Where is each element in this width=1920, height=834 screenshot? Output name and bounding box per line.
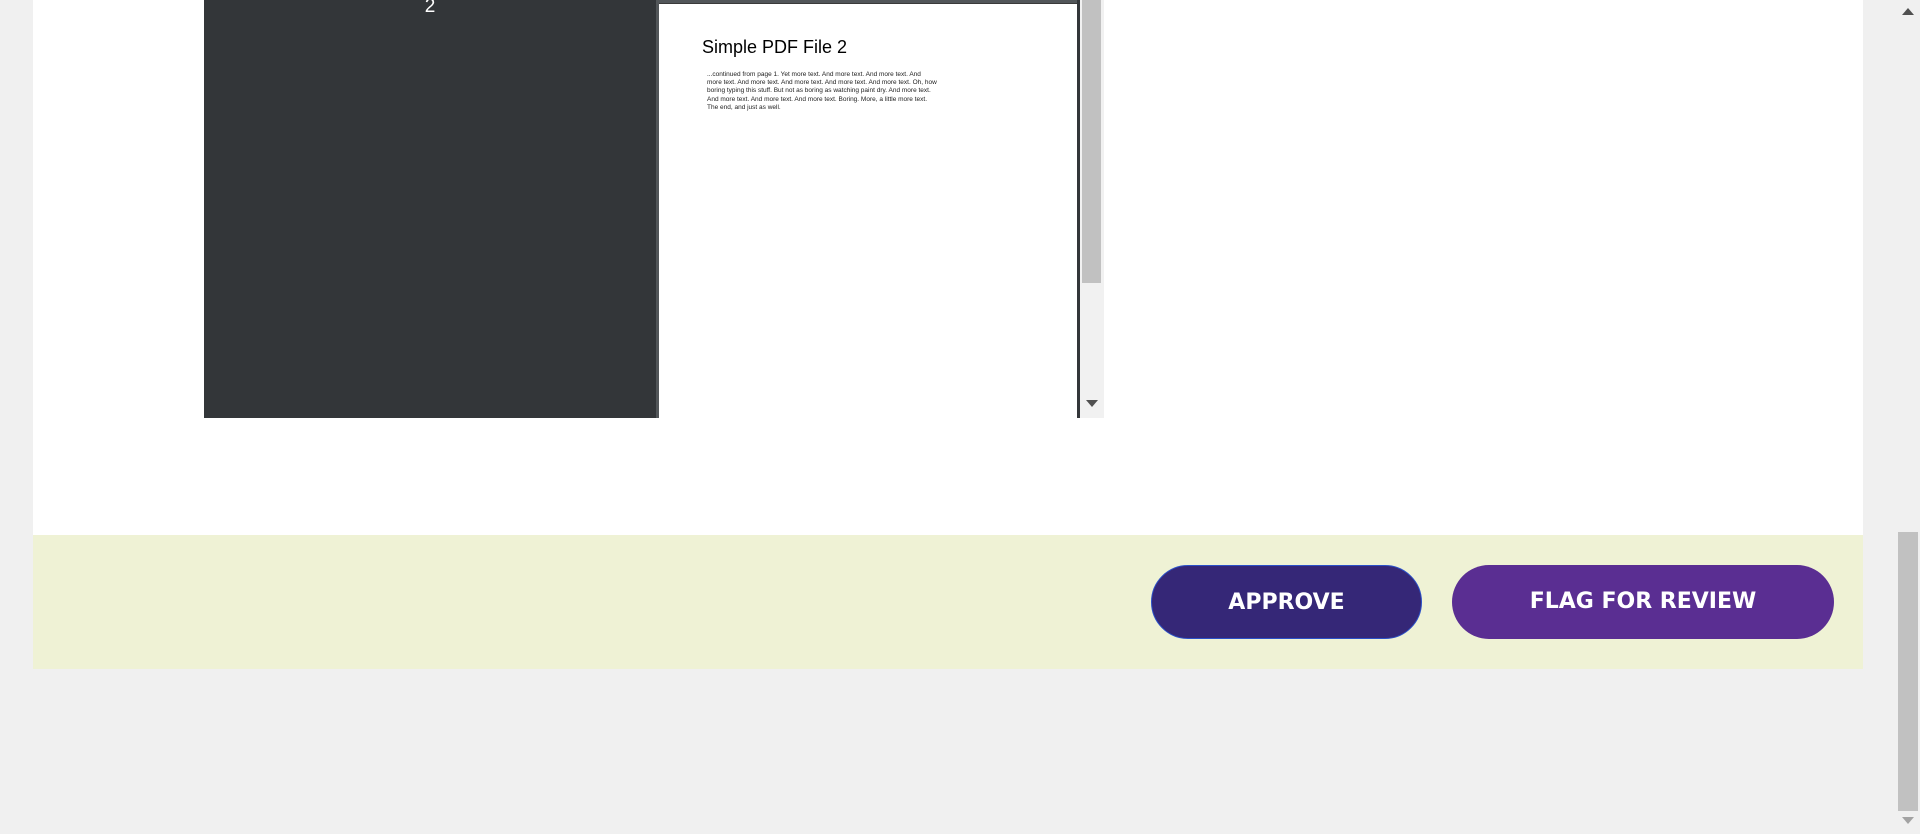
viewer-scrollbar[interactable] — [1080, 0, 1104, 418]
pdf-page-title: Simple PDF File 2 — [702, 37, 848, 57]
pdf-page: Simple PDF File 2 ...continued from page… — [659, 3, 1077, 419]
viewer-scroll-thumb[interactable] — [1082, 0, 1101, 283]
flag-for-review-button[interactable]: FLAG FOR REVIEW — [1452, 565, 1834, 639]
pdf-page-body: ...continued from page 1. Yet more text.… — [707, 71, 937, 111]
scroll-up-arrow-icon[interactable] — [1902, 8, 1914, 15]
content-card: 2 Simple PDF File 2 ...continued from pa… — [33, 0, 1863, 535]
action-bar: APPROVE FLAG FOR REVIEW — [33, 535, 1863, 669]
page-scroll-thumb[interactable] — [1898, 532, 1918, 811]
approve-button[interactable]: APPROVE — [1151, 565, 1422, 639]
pdf-main-view[interactable]: Simple PDF File 2 ...continued from page… — [656, 0, 1104, 419]
scroll-down-arrow-icon[interactable] — [1086, 400, 1098, 407]
page: 2 Simple PDF File 2 ...continued from pa… — [0, 0, 1920, 834]
scroll-down-arrow-icon[interactable] — [1902, 817, 1914, 824]
thumbnail-page-number[interactable]: 2 — [204, 0, 656, 17]
pdf-viewer[interactable]: 2 Simple PDF File 2 ...continued from pa… — [204, 0, 1104, 419]
page-scrollbar[interactable] — [1895, 0, 1920, 834]
